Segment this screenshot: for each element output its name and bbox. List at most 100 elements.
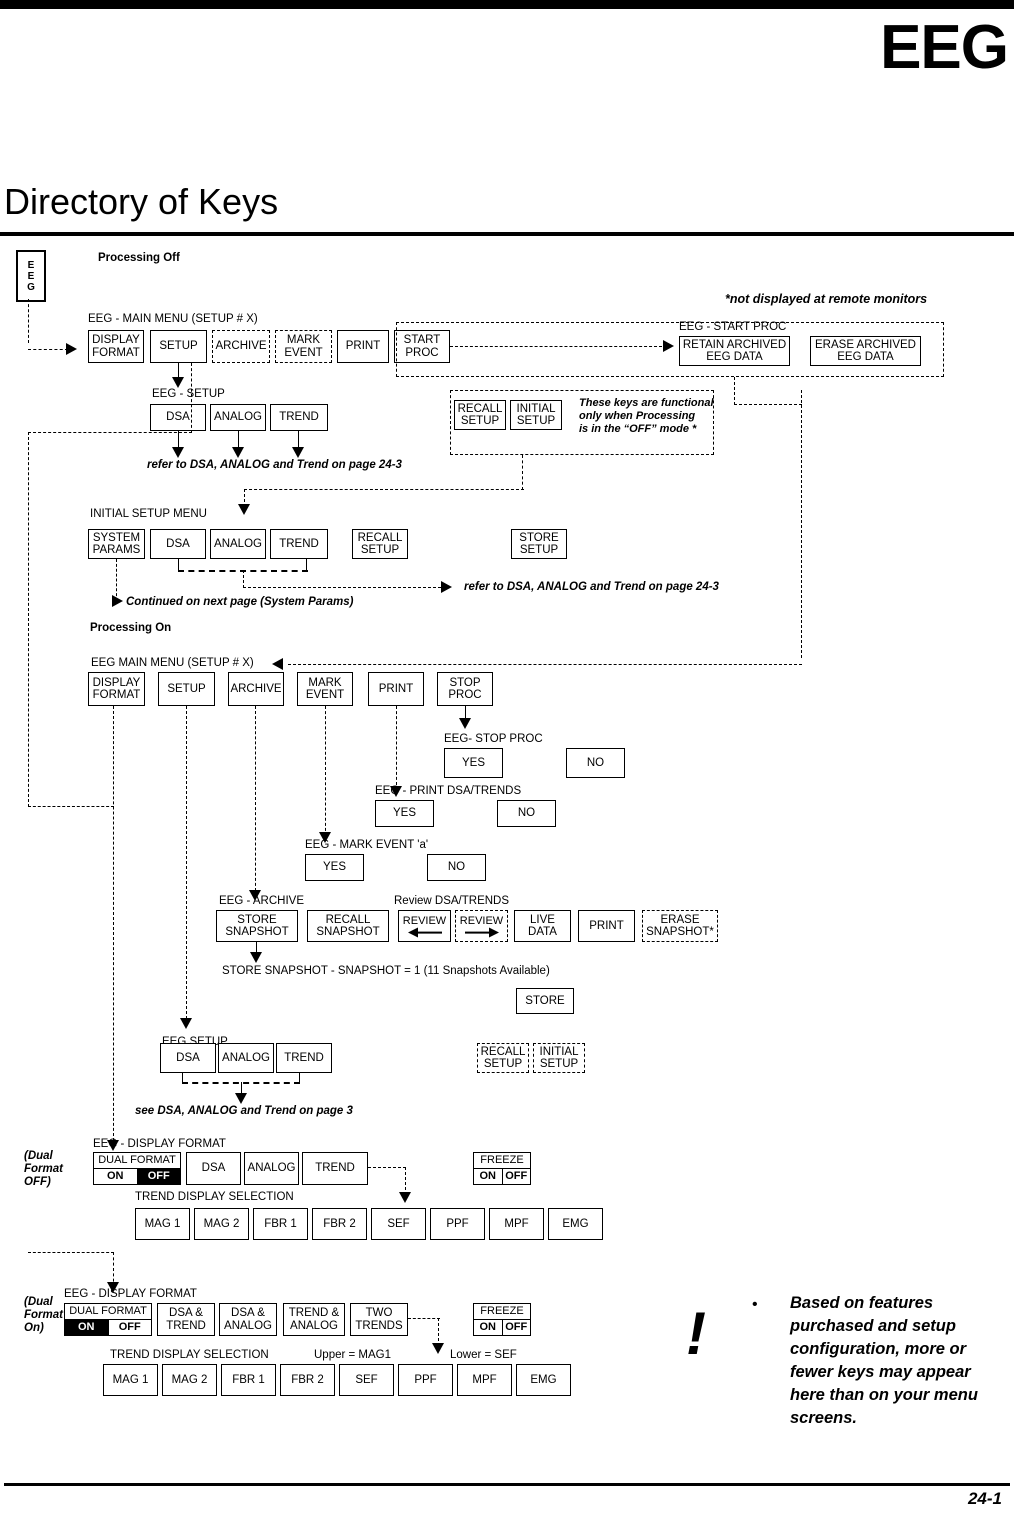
- key-setup-trend[interactable]: TREND: [270, 404, 328, 431]
- freeze-option-on[interactable]: ON: [474, 1320, 502, 1335]
- key-setup-analog[interactable]: ANALOG: [210, 404, 266, 431]
- key-line1: DSA &: [231, 1307, 265, 1319]
- arrowhead-down: [292, 447, 304, 458]
- key-recall-snapshot[interactable]: RECALL SNAPSHOT: [307, 910, 389, 942]
- key-initial-setup-off[interactable]: INITIAL SETUP: [510, 400, 562, 430]
- key-setup-dsa[interactable]: DSA: [150, 404, 206, 431]
- key-on-stop-proc[interactable]: STOP PROC: [437, 672, 493, 706]
- key-dfon-two-trends[interactable]: TWO TRENDS: [350, 1303, 408, 1336]
- key-dfoff-dsa[interactable]: DSA: [186, 1152, 241, 1185]
- connector-dfoff-trend: [368, 1167, 406, 1168]
- key-trendsel-off-5[interactable]: PPF: [430, 1208, 485, 1240]
- dual-format-header: DUAL FORMAT: [65, 1304, 151, 1320]
- key-on-display-format[interactable]: DISPLAY FORMAT: [88, 672, 145, 706]
- key-trendsel-on-6[interactable]: MPF: [457, 1364, 512, 1396]
- key-dfon-dsa-analog[interactable]: DSA & ANALOG: [219, 1303, 277, 1336]
- key-erase-archived-eeg-data[interactable]: ERASE ARCHIVED EEG DATA: [810, 336, 921, 366]
- key-on-setup-analog[interactable]: ANALOG: [218, 1043, 274, 1073]
- key-mark-event-no[interactable]: NO: [427, 854, 486, 881]
- key-line1: SYSTEM: [92, 531, 141, 544]
- key-print[interactable]: PRINT: [337, 330, 389, 363]
- on-setup-footnote: see DSA, ANALOG and Trend on page 3: [135, 1105, 353, 1117]
- key-stop-proc-no[interactable]: NO: [566, 748, 625, 778]
- key-on-recall-setup[interactable]: RECALL SETUP: [477, 1043, 529, 1073]
- key-on-setup-dsa[interactable]: DSA: [160, 1043, 216, 1073]
- key-system-params[interactable]: SYSTEM PARAMS: [88, 529, 145, 559]
- key-initial-store-setup[interactable]: STORE SETUP: [511, 529, 567, 559]
- key-initial-analog[interactable]: ANALOG: [210, 529, 266, 559]
- key-line1: NO: [447, 861, 466, 874]
- key-line1: DSA: [166, 537, 190, 550]
- key-review-back[interactable]: REVIEW: [398, 910, 451, 942]
- key-trendsel-off-2[interactable]: FBR 1: [253, 1208, 308, 1240]
- key-print-no[interactable]: NO: [497, 800, 556, 827]
- key-initial-trend[interactable]: TREND: [270, 529, 328, 559]
- key-line2: SETUP: [519, 544, 559, 556]
- key-trendsel-off-4[interactable]: SEF: [371, 1208, 426, 1240]
- key-retain-archived-eeg-data[interactable]: RETAIN ARCHIVED EEG DATA: [679, 336, 790, 366]
- dual-format-off-toggle[interactable]: DUAL FORMAT ON OFF: [93, 1152, 181, 1185]
- key-trendsel-on-4[interactable]: SEF: [339, 1364, 394, 1396]
- key-dfon-dsa-trend[interactable]: DSA & TREND: [157, 1303, 215, 1336]
- warning-exclamation-icon: !: [686, 1300, 706, 1367]
- key-line1: ERASE: [660, 913, 700, 926]
- key-trendsel-off-1[interactable]: MAG 2: [194, 1208, 249, 1240]
- dual-format-option-off[interactable]: OFF: [107, 1320, 152, 1335]
- connector-dfon-trend-down: [438, 1318, 439, 1346]
- key-archive[interactable]: ARCHIVE: [212, 330, 270, 363]
- key-on-mark-event[interactable]: MARK EVENT: [297, 672, 353, 706]
- freeze-option-on[interactable]: ON: [474, 1169, 502, 1184]
- key-recall-setup-off[interactable]: RECALL SETUP: [454, 400, 506, 430]
- key-mark-event-yes[interactable]: YES: [305, 854, 364, 881]
- key-on-initial-setup[interactable]: INITIAL SETUP: [533, 1043, 585, 1073]
- key-archive-print[interactable]: PRINT: [578, 910, 635, 942]
- key-line1: TREND &: [288, 1307, 340, 1319]
- key-erase-snapshot[interactable]: ERASE SNAPSHOT*: [642, 910, 718, 942]
- key-initial-dsa[interactable]: DSA: [150, 529, 206, 559]
- key-trendsel-off-0[interactable]: MAG 1: [135, 1208, 190, 1240]
- key-dfoff-trend[interactable]: TREND: [302, 1152, 368, 1185]
- key-trendsel-on-5[interactable]: PPF: [398, 1364, 453, 1396]
- key-line1: MAG 1: [144, 1217, 181, 1230]
- key-review-forward[interactable]: REVIEW: [455, 910, 508, 942]
- key-dfoff-analog[interactable]: ANALOG: [244, 1152, 299, 1185]
- main-menu-label: EEG - MAIN MENU (SETUP # X): [88, 313, 258, 325]
- key-dfon-trend-analog[interactable]: TREND & ANALOG: [283, 1303, 345, 1336]
- key-print-yes[interactable]: YES: [375, 800, 434, 827]
- key-store-snapshot[interactable]: STORE SNAPSHOT: [216, 910, 298, 942]
- key-on-archive[interactable]: ARCHIVE: [228, 672, 284, 706]
- key-line1: MARK: [308, 676, 342, 689]
- key-stop-proc-yes[interactable]: YES: [444, 748, 503, 778]
- setup-menu-footnote: refer to DSA, ANALOG and Trend on page 2…: [147, 459, 402, 471]
- dual-format-option-on[interactable]: ON: [65, 1320, 108, 1335]
- freeze-option-off[interactable]: OFF: [501, 1169, 531, 1184]
- freeze-on-toggle[interactable]: FREEZE ON OFF: [473, 1303, 531, 1336]
- key-live-data[interactable]: LIVE DATA: [514, 910, 571, 942]
- key-setup[interactable]: SETUP: [150, 330, 207, 363]
- key-on-print[interactable]: PRINT: [368, 672, 424, 706]
- key-line1: DSA: [166, 411, 190, 424]
- key-on-setup[interactable]: SETUP: [158, 672, 215, 706]
- key-trendsel-on-7[interactable]: EMG: [516, 1364, 571, 1396]
- dual-format-on-toggle[interactable]: DUAL FORMAT ON OFF: [64, 1303, 152, 1336]
- freeze-option-off[interactable]: OFF: [501, 1320, 531, 1335]
- key-trendsel-on-0[interactable]: MAG 1: [103, 1364, 158, 1396]
- key-trendsel-off-7[interactable]: EMG: [548, 1208, 603, 1240]
- key-trendsel-on-2[interactable]: FBR 1: [221, 1364, 276, 1396]
- key-line1: MPF: [504, 1217, 529, 1230]
- continued-note: Continued on next page (System Params): [126, 596, 354, 608]
- key-trendsel-off-6[interactable]: MPF: [489, 1208, 544, 1240]
- dual-on-note-line3: On): [24, 1322, 44, 1334]
- key-initial-recall-setup[interactable]: RECALL SETUP: [352, 529, 408, 559]
- key-trendsel-on-3[interactable]: FBR 2: [280, 1364, 335, 1396]
- key-on-setup-trend[interactable]: TREND: [276, 1043, 332, 1073]
- dual-format-option-off[interactable]: OFF: [136, 1169, 180, 1184]
- key-trendsel-off-3[interactable]: FBR 2: [312, 1208, 367, 1240]
- key-display-format[interactable]: DISPLAY FORMAT: [88, 330, 144, 363]
- dual-format-option-on[interactable]: ON: [94, 1169, 137, 1184]
- key-store[interactable]: STORE: [516, 988, 574, 1014]
- freeze-off-toggle[interactable]: FREEZE ON OFF: [473, 1152, 531, 1185]
- key-trendsel-on-1[interactable]: MAG 2: [162, 1364, 217, 1396]
- off-mode-note-line3: is in the “OFF” mode *: [579, 423, 697, 435]
- key-mark-event[interactable]: MARK EVENT: [275, 330, 332, 363]
